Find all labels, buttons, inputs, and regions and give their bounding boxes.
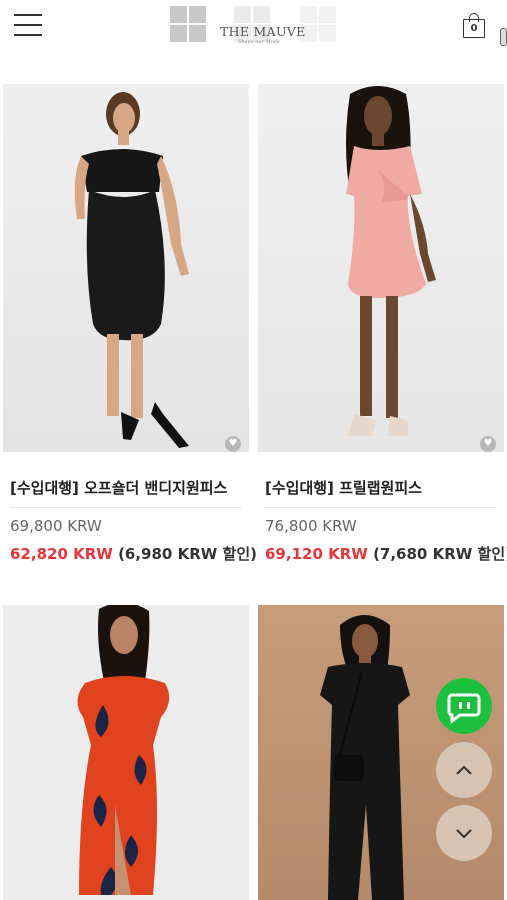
product-name[interactable]: [수입대행] 프릴랩원피스: [265, 477, 422, 498]
shopping-bag-icon[interactable]: 0: [462, 12, 486, 38]
wishlist-heart-icon[interactable]: ♥: [480, 436, 496, 452]
brand-tagline: Shape our Mode: [238, 39, 280, 45]
chat-icon: [447, 693, 481, 724]
discount-amount: (7,680 KRW 할인): [373, 545, 507, 563]
original-price: 76,800 KRW: [265, 517, 357, 535]
logo-mark: [170, 6, 206, 42]
sale-price: 62,820 KRW: [10, 545, 113, 563]
discount-amount: (6,980 KRW 할인): [118, 545, 257, 563]
product-image[interactable]: [3, 605, 249, 900]
sale-price-row: 62,820 KRW (6,980 KRW 할인): [10, 543, 257, 564]
divider: [265, 507, 496, 508]
original-price: 69,800 KRW: [10, 517, 102, 535]
divider: [10, 507, 241, 508]
hamburger-menu-icon[interactable]: [14, 14, 42, 38]
chat-button[interactable]: [436, 678, 492, 734]
chevron-up-icon: [456, 765, 472, 775]
top-header: THE MAUVE Shape our Mode 0: [0, 0, 507, 58]
product-name[interactable]: [수입대행] 오프숄더 밴디지원피스: [10, 477, 227, 498]
product-card[interactable]: ♥ [수입대행] 오프숄더 밴디지원피스 69,800 KRW 62,820 K…: [3, 84, 257, 564]
product-image[interactable]: ♥: [3, 84, 249, 452]
dress-model-illustration: [74, 92, 189, 448]
brand-name: THE MAUVE: [220, 24, 306, 39]
brand-logo[interactable]: THE MAUVE Shape our Mode: [170, 6, 340, 46]
product-image[interactable]: ♥: [258, 84, 504, 452]
chevron-down-icon: [456, 829, 472, 839]
sale-price: 69,120 KRW: [265, 545, 368, 563]
product-card[interactable]: ♥ [수입대행] 프릴랩원피스 76,800 KRW 69,120 KRW (7…: [258, 84, 507, 564]
dress-model-illustration: [77, 605, 170, 895]
dress-model-illustration: [346, 86, 436, 436]
sale-price-row: 69,120 KRW (7,680 KRW 할인): [265, 543, 507, 564]
scrollbar-thumb[interactable]: [500, 28, 507, 46]
scroll-to-top-button[interactable]: [436, 742, 492, 798]
product-card[interactable]: [3, 605, 249, 900]
cart-count: 0: [470, 23, 478, 34]
wishlist-heart-icon[interactable]: ♥: [225, 436, 241, 452]
scroll-to-bottom-button[interactable]: [436, 805, 492, 861]
